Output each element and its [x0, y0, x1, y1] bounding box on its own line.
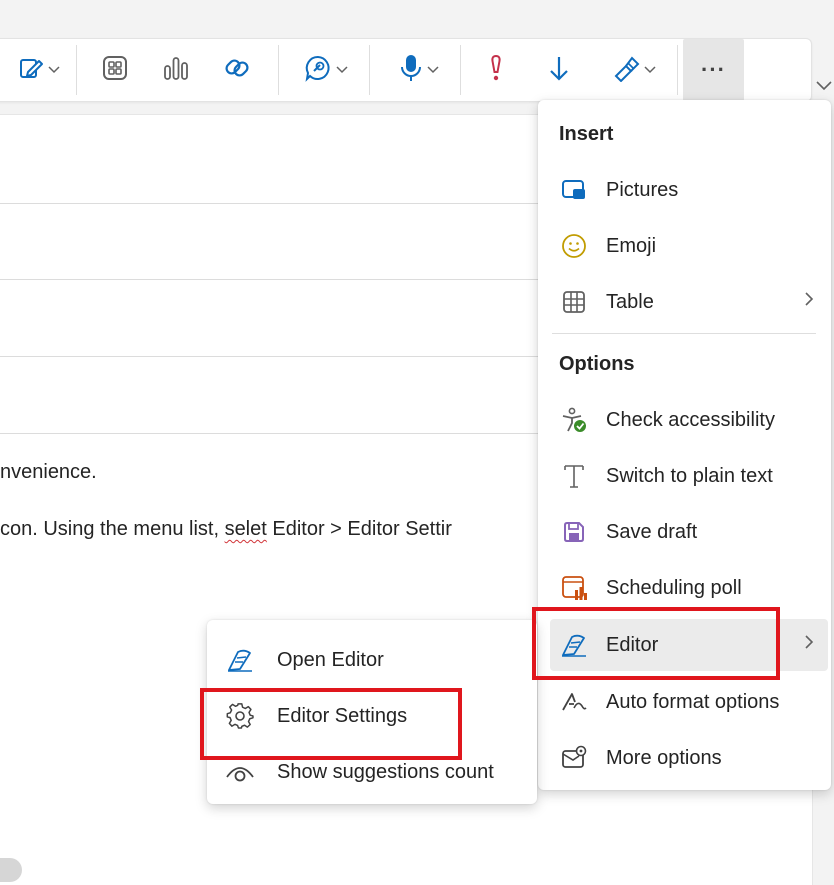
menu-item-label: Switch to plain text [606, 464, 773, 487]
body-text-line: con. Using the menu list, selet Editor >… [0, 518, 452, 541]
more-options-icon [556, 743, 592, 773]
more-options-button[interactable]: ··· [683, 39, 744, 101]
menu-item-label: Table [606, 290, 654, 313]
charts-button[interactable] [158, 39, 194, 101]
body-text-segment: con. Using the menu list, [0, 518, 225, 540]
table-icon [556, 287, 592, 317]
auto-format-icon [556, 687, 592, 717]
options-header: Options [559, 353, 635, 375]
submenu-item-label: Open Editor [277, 648, 384, 671]
down-arrow-icon [548, 54, 570, 87]
submenu-item-open-editor[interactable]: Open Editor [217, 634, 529, 686]
insert-header: Insert [559, 123, 614, 145]
ellipsis-icon: ··· [701, 57, 726, 82]
high-importance-button[interactable] [481, 39, 511, 101]
menu-item-pictures[interactable]: Pictures [550, 164, 828, 216]
bar-chart-icon [162, 54, 190, 87]
loop-button[interactable] [219, 39, 255, 101]
toolbar-divider [278, 45, 279, 95]
chevron-right-icon [804, 634, 814, 655]
toolbar-divider [369, 45, 370, 95]
apps-button[interactable] [97, 39, 133, 101]
accessibility-icon [556, 405, 592, 435]
menu-item-save-draft[interactable]: Save draft [550, 506, 828, 558]
toolbar-divider [460, 45, 461, 95]
chevron-down-icon [644, 61, 656, 79]
picture-icon [556, 175, 592, 205]
editor-pen-icon [225, 645, 255, 675]
marker-icon [612, 54, 640, 87]
emoji-icon [556, 231, 592, 261]
menu-item-label: Scheduling poll [606, 576, 742, 599]
dictate-button[interactable] [391, 39, 447, 101]
menu-item-label: Auto format options [606, 690, 780, 713]
eye-icon [225, 757, 255, 787]
menu-item-more-options[interactable]: More options [550, 732, 828, 784]
more-options-menu: Insert Pictures Emoji Table Options Chec… [538, 100, 831, 790]
body-text-segment: Editor > Editor Settir [266, 518, 452, 540]
sensitivity-button[interactable] [605, 39, 663, 101]
scheduling-poll-icon [556, 573, 592, 603]
exclamation-icon [489, 53, 503, 88]
chat-copilot-icon [304, 54, 332, 87]
copilot-button[interactable] [297, 39, 355, 101]
apps-grid-icon [102, 55, 128, 86]
menu-item-label: Check accessibility [606, 408, 775, 431]
pen-page-icon [18, 55, 44, 86]
save-icon [556, 517, 592, 547]
chevron-right-icon [804, 291, 814, 312]
chevron-down-icon[interactable] [816, 78, 832, 96]
compose-toolbar: ··· [0, 38, 812, 102]
menu-item-switch-to-plain-text[interactable]: Switch to plain text [550, 450, 828, 502]
chevron-down-icon [427, 61, 439, 79]
chevron-down-icon [48, 61, 60, 79]
menu-item-table[interactable]: Table [550, 276, 828, 328]
plain-text-icon [556, 461, 592, 491]
highlight-box-editor-settings [200, 688, 462, 760]
menu-item-label: Save draft [606, 520, 698, 543]
chevron-down-icon [336, 61, 348, 79]
microphone-icon [399, 53, 423, 88]
loop-icon [222, 53, 252, 88]
menu-item-emoji[interactable]: Emoji [550, 220, 828, 272]
body-text-line: nvenience. [0, 461, 97, 483]
format-button[interactable] [11, 39, 67, 101]
menu-item-label: More options [606, 746, 722, 769]
menu-item-label: Pictures [606, 178, 679, 201]
menu-divider [552, 333, 816, 334]
submenu-item-label: Show suggestions count [277, 760, 494, 783]
menu-item-check-accessibility[interactable]: Check accessibility [550, 394, 828, 446]
toolbar-divider [76, 45, 77, 95]
misspelled-word[interactable]: selet [225, 518, 267, 540]
low-importance-button[interactable] [544, 39, 574, 101]
menu-item-label: Emoji [606, 234, 657, 257]
toolbar-divider [677, 45, 678, 95]
highlight-box-editor [532, 607, 780, 680]
menu-item-auto-format-options[interactable]: Auto format options [550, 676, 828, 728]
